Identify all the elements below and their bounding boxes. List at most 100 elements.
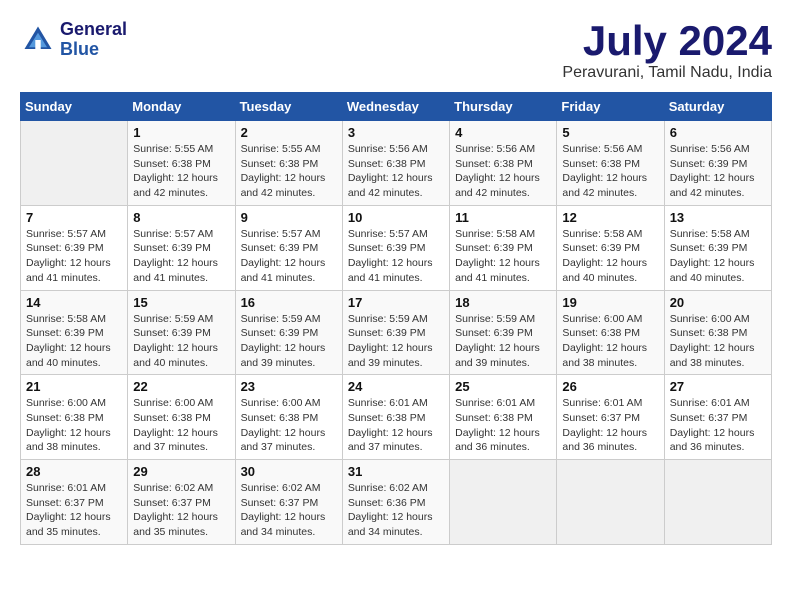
day-number: 22 [133, 379, 229, 394]
calendar-cell: 30 Sunrise: 6:02 AM Sunset: 6:37 PM Dayli… [235, 460, 342, 545]
day-number: 21 [26, 379, 122, 394]
calendar-cell: 18 Sunrise: 5:59 AM Sunset: 6:39 PM Dayli… [450, 290, 557, 375]
day-number: 17 [348, 295, 444, 310]
location-subtitle: Peravurani, Tamil Nadu, India [562, 64, 772, 82]
column-header-sunday: Sunday [21, 93, 128, 121]
calendar-cell: 20 Sunrise: 6:00 AM Sunset: 6:38 PM Dayli… [664, 290, 771, 375]
column-header-monday: Monday [128, 93, 235, 121]
day-info: Sunrise: 5:59 AM Sunset: 6:39 PM Dayligh… [348, 312, 444, 371]
column-header-friday: Friday [557, 93, 664, 121]
day-info: Sunrise: 6:00 AM Sunset: 6:38 PM Dayligh… [241, 396, 337, 455]
calendar-cell: 3 Sunrise: 5:56 AM Sunset: 6:38 PM Daylig… [342, 121, 449, 206]
calendar-cell: 29 Sunrise: 6:02 AM Sunset: 6:37 PM Dayli… [128, 460, 235, 545]
day-number: 20 [670, 295, 766, 310]
calendar-cell: 21Sunrise: 6:00 AM Sunset: 6:38 PM Dayli… [21, 375, 128, 460]
day-number: 14 [26, 295, 122, 310]
calendar-cell: 4 Sunrise: 5:56 AM Sunset: 6:38 PM Daylig… [450, 121, 557, 206]
day-number: 29 [133, 464, 229, 479]
day-info: Sunrise: 5:59 AM Sunset: 6:39 PM Dayligh… [133, 312, 229, 371]
day-info: Sunrise: 5:56 AM Sunset: 6:38 PM Dayligh… [348, 142, 444, 201]
calendar-cell: 7Sunrise: 5:57 AM Sunset: 6:39 PM Daylig… [21, 205, 128, 290]
day-number: 23 [241, 379, 337, 394]
logo-line2: Blue [60, 40, 127, 60]
calendar-week-row: 1 Sunrise: 5:55 AM Sunset: 6:38 PM Daylig… [21, 121, 772, 206]
day-info: Sunrise: 5:57 AM Sunset: 6:39 PM Dayligh… [348, 227, 444, 286]
calendar-cell [450, 460, 557, 545]
day-number: 26 [562, 379, 658, 394]
day-number: 3 [348, 125, 444, 140]
day-number: 11 [455, 210, 551, 225]
calendar-cell: 8 Sunrise: 5:57 AM Sunset: 6:39 PM Daylig… [128, 205, 235, 290]
column-header-thursday: Thursday [450, 93, 557, 121]
day-info: Sunrise: 6:01 AM Sunset: 6:38 PM Dayligh… [455, 396, 551, 455]
calendar-cell: 9Sunrise: 5:57 AM Sunset: 6:39 PM Daylig… [235, 205, 342, 290]
day-number: 1 [133, 125, 229, 140]
day-number: 8 [133, 210, 229, 225]
day-info: Sunrise: 5:58 AM Sunset: 6:39 PM Dayligh… [26, 312, 122, 371]
day-number: 9 [241, 210, 337, 225]
calendar-cell: 10 Sunrise: 5:57 AM Sunset: 6:39 PM Dayli… [342, 205, 449, 290]
day-info: Sunrise: 5:58 AM Sunset: 6:39 PM Dayligh… [562, 227, 658, 286]
day-number: 24 [348, 379, 444, 394]
title-block: July 2024 Peravurani, Tamil Nadu, India [562, 20, 772, 82]
calendar-week-row: 7 Sunrise: 5:57 AM Sunset: 6:39 PM Daylig… [21, 205, 772, 290]
day-info: Sunrise: 6:01 AM Sunset: 6:37 PM Dayligh… [26, 481, 122, 540]
day-number: 30 [241, 464, 337, 479]
calendar-week-row: 14 Sunrise: 5:58 AM Sunset: 6:39 PM Dayli… [21, 290, 772, 375]
day-info: Sunrise: 5:59 AM Sunset: 6:39 PM Dayligh… [455, 312, 551, 371]
day-number: 4 [455, 125, 551, 140]
calendar-cell [21, 121, 128, 206]
day-number: 31 [348, 464, 444, 479]
calendar-cell: 25Sunrise: 6:01 AM Sunset: 6:38 PM Dayli… [450, 375, 557, 460]
calendar-cell [557, 460, 664, 545]
logo: General Blue [20, 20, 127, 60]
calendar-cell: 5 Sunrise: 5:56 AM Sunset: 6:38 PM Daylig… [557, 121, 664, 206]
calendar-cell: 22 Sunrise: 6:00 AM Sunset: 6:38 PM Dayli… [128, 375, 235, 460]
calendar-cell: 23 Sunrise: 6:00 AM Sunset: 6:38 PM Dayli… [235, 375, 342, 460]
day-info: Sunrise: 5:59 AM Sunset: 6:39 PM Dayligh… [241, 312, 337, 371]
day-number: 28 [26, 464, 122, 479]
calendar-cell: 31Sunrise: 6:02 AM Sunset: 6:36 PM Dayli… [342, 460, 449, 545]
day-info: Sunrise: 6:00 AM Sunset: 6:38 PM Dayligh… [562, 312, 658, 371]
calendar-week-row: 21 Sunrise: 6:00 AM Sunset: 6:38 PM Dayli… [21, 375, 772, 460]
day-number: 5 [562, 125, 658, 140]
day-info: Sunrise: 5:55 AM Sunset: 6:38 PM Dayligh… [133, 142, 229, 201]
calendar-cell: 19Sunrise: 6:00 AM Sunset: 6:38 PM Dayli… [557, 290, 664, 375]
column-header-saturday: Saturday [664, 93, 771, 121]
calendar-cell: 14 Sunrise: 5:58 AM Sunset: 6:39 PM Dayli… [21, 290, 128, 375]
day-number: 18 [455, 295, 551, 310]
column-header-tuesday: Tuesday [235, 93, 342, 121]
day-number: 16 [241, 295, 337, 310]
day-info: Sunrise: 6:01 AM Sunset: 6:37 PM Dayligh… [562, 396, 658, 455]
day-info: Sunrise: 5:58 AM Sunset: 6:39 PM Dayligh… [670, 227, 766, 286]
day-number: 13 [670, 210, 766, 225]
calendar-cell: 12Sunrise: 5:58 AM Sunset: 6:39 PM Dayli… [557, 205, 664, 290]
day-info: Sunrise: 5:58 AM Sunset: 6:39 PM Dayligh… [455, 227, 551, 286]
day-info: Sunrise: 6:00 AM Sunset: 6:38 PM Dayligh… [133, 396, 229, 455]
day-info: Sunrise: 5:56 AM Sunset: 6:39 PM Dayligh… [670, 142, 766, 201]
column-header-wednesday: Wednesday [342, 93, 449, 121]
day-number: 15 [133, 295, 229, 310]
page-header: General Blue July 2024 Peravurani, Tamil… [20, 20, 772, 82]
calendar-header-row: SundayMondayTuesdayWednesdayThursdayFrid… [21, 93, 772, 121]
day-info: Sunrise: 5:56 AM Sunset: 6:38 PM Dayligh… [562, 142, 658, 201]
calendar-cell: 26 Sunrise: 6:01 AM Sunset: 6:37 PM Dayli… [557, 375, 664, 460]
day-number: 6 [670, 125, 766, 140]
logo-text: General Blue [60, 20, 127, 60]
calendar-cell: 27Sunrise: 6:01 AM Sunset: 6:37 PM Dayli… [664, 375, 771, 460]
calendar-cell: 13 Sunrise: 5:58 AM Sunset: 6:39 PM Dayli… [664, 205, 771, 290]
day-info: Sunrise: 6:00 AM Sunset: 6:38 PM Dayligh… [670, 312, 766, 371]
calendar-cell [664, 460, 771, 545]
day-info: Sunrise: 6:02 AM Sunset: 6:37 PM Dayligh… [133, 481, 229, 540]
calendar-week-row: 28 Sunrise: 6:01 AM Sunset: 6:37 PM Dayli… [21, 460, 772, 545]
day-info: Sunrise: 6:02 AM Sunset: 6:37 PM Dayligh… [241, 481, 337, 540]
calendar-cell: 28 Sunrise: 6:01 AM Sunset: 6:37 PM Dayli… [21, 460, 128, 545]
day-number: 2 [241, 125, 337, 140]
day-info: Sunrise: 5:56 AM Sunset: 6:38 PM Dayligh… [455, 142, 551, 201]
logo-icon [20, 22, 56, 58]
calendar-cell: 17 Sunrise: 5:59 AM Sunset: 6:39 PM Dayli… [342, 290, 449, 375]
day-number: 7 [26, 210, 122, 225]
calendar-cell: 16 Sunrise: 5:59 AM Sunset: 6:39 PM Dayli… [235, 290, 342, 375]
day-info: Sunrise: 5:57 AM Sunset: 6:39 PM Dayligh… [133, 227, 229, 286]
day-number: 10 [348, 210, 444, 225]
